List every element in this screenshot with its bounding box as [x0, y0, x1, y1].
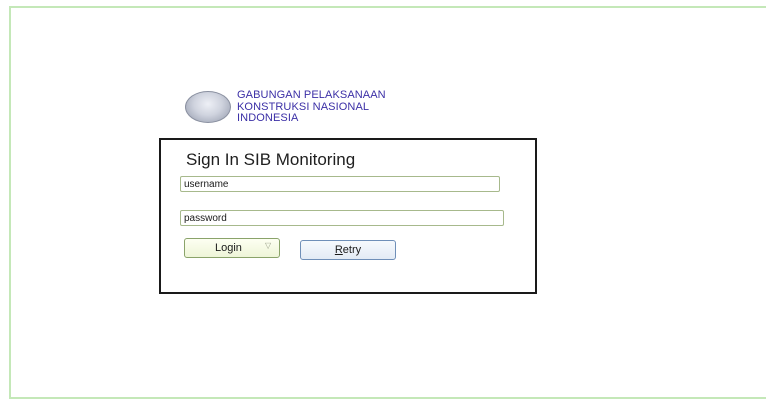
organization-name: GABUNGAN PELAKSANAAN KONSTRUKSI NASIONAL…	[237, 89, 386, 125]
organization-name-line1: GABUNGAN PELAKSANAAN	[237, 89, 386, 101]
login-button-label: Login	[215, 242, 242, 254]
signin-title: Sign In SIB Monitoring	[186, 150, 356, 169]
organization-logo: GABUNGAN PELAKSANAAN KONSTRUKSI NASIONAL…	[185, 88, 445, 128]
globe-emblem-icon	[185, 91, 231, 123]
retry-label-rest: etry	[342, 244, 362, 256]
password-field[interactable]	[180, 210, 504, 226]
triangle-indicator-icon: ▽	[265, 241, 272, 250]
organization-name-line3: INDONESIA	[237, 112, 299, 124]
username-field[interactable]	[180, 176, 500, 192]
signin-panel: Sign In SIB Monitoring Login ▽ Retry	[159, 138, 537, 294]
retry-mnemonic: R	[334, 244, 343, 256]
retry-button[interactable]: Retry	[300, 240, 396, 260]
retry-button-label: Retry	[335, 244, 361, 256]
login-button[interactable]: Login ▽	[184, 238, 280, 258]
